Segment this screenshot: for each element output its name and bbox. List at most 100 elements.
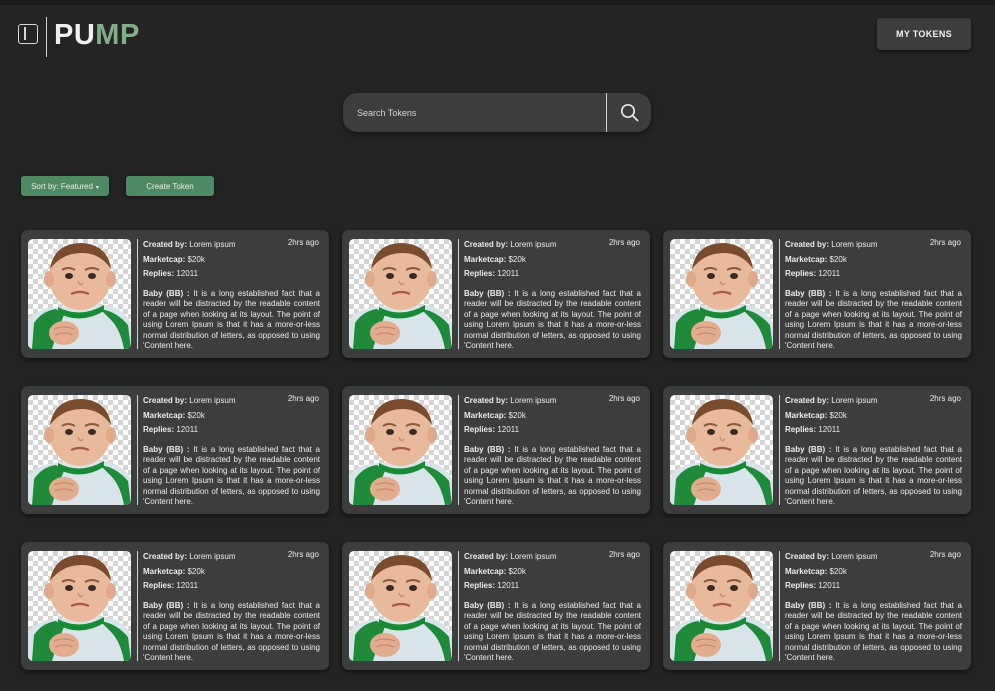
replies-label: Replies:: [464, 269, 496, 278]
created-by: Created by: Lorem ipsum: [785, 552, 878, 561]
marketcap: Marketcap: $20k: [143, 567, 205, 576]
card-divider: [458, 239, 459, 349]
marketcap: Marketcap: $20k: [464, 411, 526, 420]
replies-value: 12011: [176, 425, 199, 434]
token-name: Baby (BB) :: [785, 445, 832, 454]
description-text: It is a long established fact that a rea…: [464, 289, 641, 351]
marketcap: Marketcap: $20k: [143, 411, 205, 420]
sort-label: Sort by: Featured: [31, 181, 93, 191]
token-image: [670, 551, 773, 661]
baby-image-icon: [670, 243, 773, 349]
sidebar-toggle-icon[interactable]: [18, 24, 38, 44]
token-description: Baby (BB) : It is a long established fac…: [785, 445, 962, 507]
marketcap-value: $20k: [187, 255, 205, 264]
replies-value: 12011: [176, 581, 199, 590]
baby-image-icon: [28, 399, 131, 505]
timestamp: 2hrs ago: [929, 394, 961, 403]
description-text: It is a long established fact that a rea…: [143, 445, 320, 507]
token-card[interactable]: Created by: Lorem ipsum Marketcap: $20k …: [663, 386, 971, 514]
timestamp: 2hrs ago: [929, 550, 961, 559]
token-name: Baby (BB) :: [785, 601, 832, 610]
token-card[interactable]: Created by: Lorem ipsum Marketcap: $20k …: [342, 542, 650, 670]
token-name: Baby (BB) :: [143, 445, 190, 454]
created-by: Created by: Lorem ipsum: [464, 240, 557, 249]
marketcap-label: Marketcap:: [785, 411, 828, 420]
marketcap-value: $20k: [829, 255, 847, 264]
token-name: Baby (BB) :: [143, 289, 190, 298]
token-description: Baby (BB) : It is a long established fac…: [143, 289, 320, 351]
marketcap-label: Marketcap:: [143, 255, 186, 264]
created-by-label: Created by:: [464, 240, 509, 249]
token-card[interactable]: Created by: Lorem ipsum Marketcap: $20k …: [663, 542, 971, 670]
replies-label: Replies:: [143, 425, 175, 434]
timestamp: 2hrs ago: [608, 238, 640, 247]
created-by-value: Lorem ipsum: [189, 396, 236, 405]
marketcap-label: Marketcap:: [785, 255, 828, 264]
created-by-value: Lorem ipsum: [510, 240, 557, 249]
created-by-label: Created by:: [785, 552, 830, 561]
replies-label: Replies:: [785, 581, 817, 590]
replies: Replies: 12011: [464, 269, 519, 278]
marketcap: Marketcap: $20k: [464, 255, 526, 264]
baby-image-icon: [670, 555, 773, 661]
replies-label: Replies:: [143, 269, 175, 278]
my-tokens-button[interactable]: MY TOKENS: [877, 18, 971, 50]
marketcap: Marketcap: $20k: [785, 567, 847, 576]
create-token-button[interactable]: Create Token: [126, 176, 214, 196]
token-card[interactable]: Created by: Lorem ipsum Marketcap: $20k …: [21, 386, 329, 514]
baby-image-icon: [349, 243, 452, 349]
replies: Replies: 12011: [464, 581, 519, 590]
token-image: [670, 239, 773, 349]
search-button[interactable]: [607, 93, 651, 132]
card-divider: [137, 239, 138, 349]
sort-dropdown[interactable]: Sort by: Featured ▾: [21, 176, 109, 196]
card-divider: [779, 395, 780, 505]
created-by: Created by: Lorem ipsum: [464, 396, 557, 405]
token-image: [670, 395, 773, 505]
marketcap: Marketcap: $20k: [464, 567, 526, 576]
logo[interactable]: PUMP: [54, 17, 140, 53]
marketcap-label: Marketcap:: [143, 411, 186, 420]
created-by: Created by: Lorem ipsum: [464, 552, 557, 561]
card-divider: [137, 551, 138, 661]
replies: Replies: 12011: [143, 581, 198, 590]
marketcap-value: $20k: [187, 411, 205, 420]
replies: Replies: 12011: [785, 581, 840, 590]
token-name: Baby (BB) :: [143, 601, 190, 610]
baby-image-icon: [349, 555, 452, 661]
created-by-label: Created by:: [143, 240, 188, 249]
marketcap-value: $20k: [829, 567, 847, 576]
card-divider: [779, 551, 780, 661]
search-bar: [343, 93, 651, 132]
token-card[interactable]: Created by: Lorem ipsum Marketcap: $20k …: [342, 386, 650, 514]
token-card[interactable]: Created by: Lorem ipsum Marketcap: $20k …: [663, 230, 971, 358]
created-by-label: Created by:: [785, 240, 830, 249]
marketcap-label: Marketcap:: [464, 255, 507, 264]
created-by-value: Lorem ipsum: [510, 396, 557, 405]
token-description: Baby (BB) : It is a long established fac…: [785, 601, 962, 663]
created-by: Created by: Lorem ipsum: [143, 552, 236, 561]
token-card[interactable]: Created by: Lorem ipsum Marketcap: $20k …: [21, 542, 329, 670]
timestamp: 2hrs ago: [608, 394, 640, 403]
token-image: [349, 395, 452, 505]
token-description: Baby (BB) : It is a long established fac…: [785, 289, 962, 351]
created-by-label: Created by:: [143, 552, 188, 561]
token-card[interactable]: Created by: Lorem ipsum Marketcap: $20k …: [21, 230, 329, 358]
created-by-label: Created by:: [785, 396, 830, 405]
replies-value: 12011: [497, 269, 520, 278]
token-image: [28, 395, 131, 505]
timestamp: 2hrs ago: [929, 238, 961, 247]
token-card[interactable]: Created by: Lorem ipsum Marketcap: $20k …: [342, 230, 650, 358]
replies-value: 12011: [497, 581, 520, 590]
created-by-value: Lorem ipsum: [189, 240, 236, 249]
created-by-value: Lorem ipsum: [510, 552, 557, 561]
marketcap-label: Marketcap:: [785, 567, 828, 576]
replies-label: Replies:: [143, 581, 175, 590]
marketcap-label: Marketcap:: [464, 411, 507, 420]
search-input[interactable]: [357, 102, 597, 123]
created-by: Created by: Lorem ipsum: [785, 396, 878, 405]
created-by: Created by: Lorem ipsum: [143, 240, 236, 249]
marketcap: Marketcap: $20k: [143, 255, 205, 264]
token-image: [28, 239, 131, 349]
token-description: Baby (BB) : It is a long established fac…: [143, 445, 320, 507]
